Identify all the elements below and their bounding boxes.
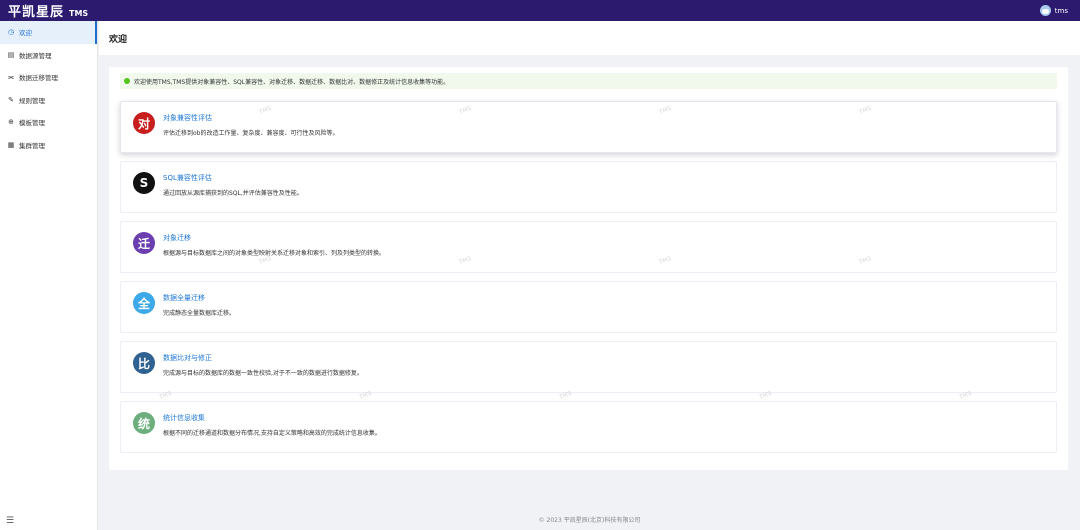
sidebar-item-label: 数据源管理 <box>19 51 52 60</box>
card-icon: 全 <box>133 292 155 314</box>
document-icon: ▤ <box>7 50 15 59</box>
feature-card-sql-compat[interactable]: S SQL兼容性评估 通过回放从源库捕获到的SQL,并评估兼容性及性能。 <box>120 161 1057 213</box>
user-menu[interactable]: tms <box>1039 5 1068 16</box>
card-title[interactable]: 数据全量迁移 <box>163 293 205 303</box>
username[interactable]: tms <box>1055 7 1068 15</box>
card-description: 通过回放从源库捕获到的SQL,并评估兼容性及性能。 <box>163 190 303 197</box>
globe-icon: ⊕ <box>8 118 14 127</box>
clock-icon: ◷ <box>7 28 15 37</box>
sidebar-item-clusters[interactable]: ▦ 集群管理 <box>0 134 97 157</box>
card-description: 完成静态全量数据库迁移。 <box>163 310 236 317</box>
avatar[interactable] <box>1039 5 1051 16</box>
collapse-menu-icon[interactable]: ☰ <box>6 516 14 526</box>
top-bar: 平凯星辰 TMS tms <box>0 0 1080 21</box>
card-title[interactable]: 对象兼容性评估 <box>163 113 212 123</box>
notice-text: 欢迎使用TMS,TMS提供对象兼容性、SQL兼容性、对象迁移、数据迁移、数据比对… <box>134 78 450 86</box>
feature-card-statistics[interactable]: 统 统计信息收集 根据不同的迁移通道和数据分布情况,支持自定义策略和高效的完成统… <box>120 401 1057 453</box>
grid-icon: ▦ <box>7 140 15 149</box>
welcome-panel: 欢迎使用TMS,TMS提供对象兼容性、SQL兼容性、对象迁移、数据迁移、数据比对… <box>109 67 1068 470</box>
sidebar-item-templates[interactable]: ⊕ 模板管理 <box>0 111 97 134</box>
card-title[interactable]: 数据比对与修正 <box>163 353 212 363</box>
sidebar-item-datasource[interactable]: ▤ 数据源管理 <box>0 44 97 67</box>
brand-logo[interactable]: 平凯星辰 TMS <box>0 1 88 20</box>
sidebar-item-migration[interactable]: ⫘ 数据迁移管理 <box>0 66 97 89</box>
page-title: 欢迎 <box>99 21 1080 55</box>
footer-copyright: © 2023 平凯星辰(北京)科技有限公司 <box>538 517 641 524</box>
share-icon: ⫘ <box>7 72 15 81</box>
card-title[interactable]: 统计信息收集 <box>163 413 205 423</box>
card-icon: S <box>133 172 155 194</box>
card-description: 根据源与目标数据库之间的对象类型映射关系迁移对象和索引、列及列类型的转换。 <box>163 250 386 257</box>
sidebar-item-label: 欢迎 <box>19 29 32 38</box>
sidebar-item-label: 模板管理 <box>19 119 45 128</box>
welcome-notice: 欢迎使用TMS,TMS提供对象兼容性、SQL兼容性、对象迁移、数据迁移、数据比对… <box>120 73 1057 89</box>
success-icon <box>124 78 130 84</box>
card-description: 评估迁移到ob的改造工作量、复杂度、兼容度、可行性及风险等。 <box>163 130 339 137</box>
sidebar-item-label: 规则管理 <box>19 96 45 105</box>
card-description: 完成源与目标的数据库的数据一致性校验,对于不一致的数据进行数据修复。 <box>163 370 363 377</box>
card-icon: 统 <box>133 412 155 434</box>
sidebar-item-rules[interactable]: ✎ 规则管理 <box>0 89 97 112</box>
sidebar-item-label: 集群管理 <box>19 141 45 150</box>
edit-icon: ✎ <box>8 95 14 104</box>
card-icon: 对 <box>133 112 155 134</box>
card-description: 根据不同的迁移通道和数据分布情况,支持自定义策略和高效的完成统计信息收集。 <box>163 430 381 437</box>
card-title[interactable]: SQL兼容性评估 <box>163 173 212 183</box>
feature-card-data-compare[interactable]: 比 数据比对与修正 完成源与目标的数据库的数据一致性校验,对于不一致的数据进行数… <box>120 341 1057 393</box>
feature-card-object-compat[interactable]: 对 对象兼容性评估 评估迁移到ob的改造工作量、复杂度、兼容度、可行性及风险等。 <box>120 101 1057 153</box>
sidebar: ◷ 欢迎 ▤ 数据源管理 ⫘ 数据迁移管理 ✎ 规则管理 ⊕ 模板管理 ▦ 集群… <box>0 21 98 530</box>
sidebar-item-label: 数据迁移管理 <box>19 74 58 83</box>
brand-name: 平凯星辰 <box>8 5 65 20</box>
brand-product: TMS <box>69 9 89 18</box>
feature-card-object-migration[interactable]: 迁 对象迁移 根据源与目标数据库之间的对象类型映射关系迁移对象和索引、列及列类型… <box>120 221 1057 273</box>
feature-card-full-migration[interactable]: 全 数据全量迁移 完成静态全量数据库迁移。 <box>120 281 1057 333</box>
card-icon: 比 <box>133 352 155 374</box>
card-icon: 迁 <box>133 232 155 254</box>
sidebar-item-welcome[interactable]: ◷ 欢迎 <box>0 21 97 44</box>
main-content: 欢迎 欢迎使用TMS,TMS提供对象兼容性、SQL兼容性、对象迁移、数据迁移、数… <box>99 21 1080 530</box>
card-title[interactable]: 对象迁移 <box>163 233 191 243</box>
